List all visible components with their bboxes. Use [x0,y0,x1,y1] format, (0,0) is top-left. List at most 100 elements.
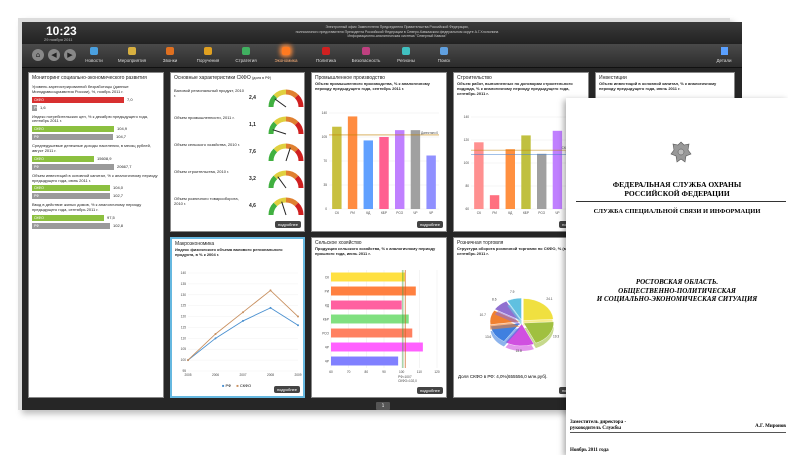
gauge-segment [268,121,278,135]
bar [537,153,547,209]
monitoring-bar: РФ [32,163,114,170]
bar [395,130,405,209]
construction-title: Строительство [457,75,492,81]
gauge-segment [268,148,278,162]
investment-title: Инвестиции [599,75,627,81]
monitoring-tag: СКФО [34,186,44,191]
home-icon[interactable]: ⌂ [32,49,44,61]
basic-title-text: Основные характеристики СКФО [174,75,251,81]
page-indicator[interactable]: 1 [376,402,390,410]
bar [331,356,399,366]
tick-label: 110 [181,336,186,340]
macro-subtitle: Индекс физического объема валового регио… [175,247,283,257]
gauge-segment [273,197,287,207]
data-point [297,315,299,318]
tick-label: 60 [329,370,333,374]
tick-label: 2005 [184,373,191,377]
nav-item[interactable]: Стратегия [226,47,266,63]
gauge-needle [277,176,287,189]
back-icon[interactable]: ◀ [48,49,60,61]
gauge-icon [268,116,304,135]
nav-item-label: Поручения [196,58,220,63]
basic-item-value: 3,2 [249,176,256,182]
slice-label: 13.6 [485,335,491,339]
nav-item[interactable]: Политика [306,47,346,63]
data-point [269,306,272,309]
nav-item[interactable]: Новости [74,47,114,63]
nav-item[interactable]: Поручения [188,47,228,63]
monitoring-bar: СКФО [32,155,94,162]
monitoring-value: 102,7 [113,193,124,199]
basic-item-label: Объем сельского хозяйства, 2010 г. [174,142,240,147]
nav-item[interactable]: Безопасность [346,47,386,63]
category-label: СК [477,211,481,215]
more-button[interactable]: подробнее [416,221,443,228]
monitoring-tag: РФ [34,194,39,199]
gauge-segment [273,143,287,153]
category-label: КД [366,211,371,215]
gauge-segment [273,89,287,99]
more-button[interactable]: подробнее [416,387,443,394]
more-button[interactable]: подробнее [274,221,301,228]
bar [521,135,531,209]
more-button[interactable]: подробнее [273,386,300,393]
tick-label: 120 [181,315,187,319]
monitoring-row: РФ 102,8 [32,222,160,229]
tick-label: 105 [181,347,187,351]
tick-label: 80 [465,184,469,188]
data-point [214,337,217,340]
macro-legend: ■ РФ ■ СКФО [222,383,251,388]
gauge-segment [268,94,278,108]
nav-item[interactable]: Регионы [386,47,426,63]
series-line [187,289,299,361]
monitoring-value: 15608,9 [97,155,112,161]
monitoring-item: Уровень зарегистрированной безработицы (… [29,84,163,111]
details-icon [720,47,728,55]
category-label: ЧР [413,211,417,215]
monitoring-bar: СКФО [32,126,114,133]
bar [331,272,406,282]
nav-item[interactable]: Мероприятия [112,47,152,63]
bar [347,116,358,209]
monitoring-label: Объем инвестиций в основной капитал, % к… [32,172,158,183]
category-label: СК [325,275,329,279]
basic-item: Валовой региональный продукт, 2010 г. 2,4 [174,87,304,109]
details-button[interactable]: Детали [714,47,734,63]
monitoring-tag: СКФО [34,127,44,132]
basic-item-label: Объем строительства, 2010 г. [174,169,230,174]
gauge-icon [268,197,304,216]
macro-panel[interactable]: Макроэкономика Индекс физического объема… [170,237,305,398]
tick-label: 115 [181,325,186,329]
gauge-segment [285,89,299,99]
basic-item-value: 2,4 [249,95,256,101]
monitoring-item: Индекс потребительских цен, % к декабрю … [29,114,163,141]
reference-label: СКФО=102,0 [398,379,417,383]
bar [331,300,402,310]
gauge-segment [294,121,304,135]
tick-label: 90 [382,370,386,374]
macro-title: Макроэкономика [175,241,215,247]
basic-title: Основные характеристики СКФО (доля в РФ) [171,73,304,81]
agri-chart: 60 70 80 90 100 110 120СКРИКДКБРРСОЧРЧРРФ=1007… [322,270,440,383]
basic-item-label: Объем промышленности, 2011 г. [174,115,235,120]
category-label: ЧР [555,211,559,215]
nav-item[interactable]: Поиск [424,47,464,63]
gauge-icon [268,89,304,108]
monitoring-row: СКФО 97,5 [32,214,160,221]
nav-item[interactable]: Звонки [150,47,190,63]
nav-item-label: Стратегия [235,58,257,63]
basic-item: Объем промышленности, 2011 г. 1,1 [174,114,304,136]
series-line [187,307,299,361]
category-label: КД [508,211,513,215]
nav-item-label: Регионы [397,58,415,63]
tick-label: 140 [181,271,187,275]
gauge-segment [285,143,299,153]
slice-label: 24.1 [546,297,552,301]
tick-label: 105 [322,135,328,139]
nav-item-label: Новости [85,58,103,63]
tick-label: 2006 [212,373,219,377]
nav-item[interactable]: Экономика [266,47,306,63]
retail-note: Доля СКФО в РФ: 4,0%(655556,0 млн.руб). [458,374,548,379]
monitoring-item: Среднедушевые денежные доходы населения,… [29,143,163,170]
gauge-needle [281,201,287,216]
